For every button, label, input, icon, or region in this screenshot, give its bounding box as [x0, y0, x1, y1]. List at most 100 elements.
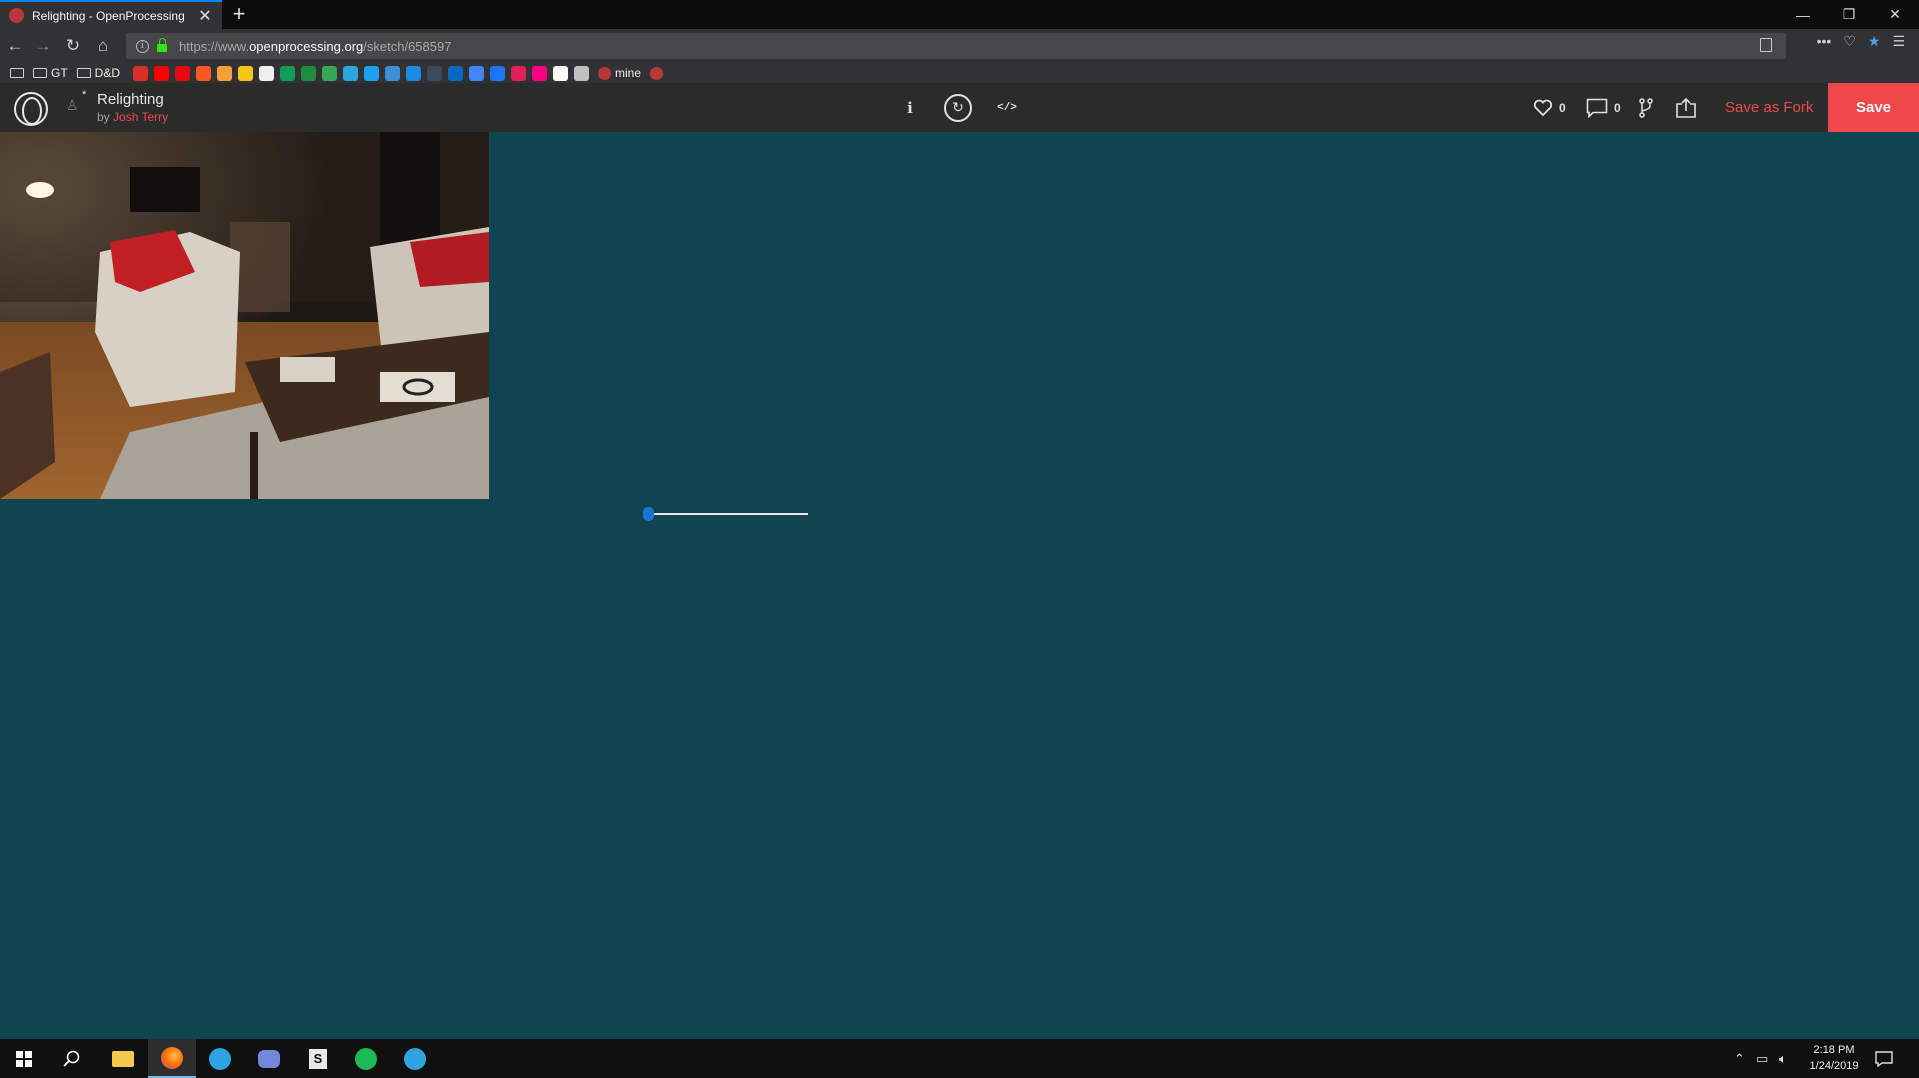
- openprocessing-bookmark-icon[interactable]: [650, 66, 664, 80]
- taskbar-discord[interactable]: [245, 1039, 293, 1078]
- bookmark-multicolor-icon[interactable]: [217, 65, 233, 81]
- box-icon[interactable]: [385, 65, 401, 81]
- heart-icon: [1533, 99, 1553, 116]
- sketch-title[interactable]: Relighting: [97, 91, 164, 108]
- page-actions-icon[interactable]: •••: [1817, 33, 1832, 50]
- search-icon: [63, 1050, 80, 1067]
- dark-app-icon[interactable]: [427, 65, 443, 81]
- sketch-header: ♙ * Relighting by Josh Terry i ↻ </> 0 0…: [0, 83, 1919, 132]
- code-icon[interactable]: </>: [996, 83, 1018, 132]
- bookmark-folder-icon[interactable]: [10, 68, 24, 78]
- telegram-icon[interactable]: [343, 65, 359, 81]
- volume-icon[interactable]: 🔈︎: [1779, 1039, 1787, 1078]
- spotify-icon: [355, 1047, 377, 1070]
- sketch-canvas[interactable]: [0, 132, 1919, 1039]
- bookmark-mine[interactable]: mine: [598, 66, 641, 80]
- share-icon: [1676, 97, 1696, 118]
- folder-icon: [76, 68, 91, 78]
- flickr-icon[interactable]: [532, 65, 548, 81]
- tray-overflow-icon[interactable]: ⌃: [1734, 1039, 1745, 1078]
- restart-icon: ↻: [944, 93, 972, 122]
- save-as-fork-button[interactable]: Save as Fork: [1725, 83, 1813, 132]
- sheets-icon[interactable]: [301, 65, 317, 81]
- search-button[interactable]: [48, 1039, 96, 1078]
- minimize-button[interactable]: —: [1780, 0, 1826, 29]
- forward-button[interactable]: →: [31, 34, 55, 58]
- site-info-icon[interactable]: i: [136, 39, 149, 53]
- taskbar-spotify[interactable]: [342, 1039, 390, 1078]
- sketch-author-link[interactable]: Josh Terry: [113, 110, 168, 124]
- hangouts-icon[interactable]: [280, 65, 296, 81]
- living-room-photo: [0, 132, 489, 499]
- slider-thumb[interactable]: [643, 507, 654, 521]
- like-button[interactable]: 0: [1533, 83, 1566, 132]
- taskbar-file-explorer[interactable]: [99, 1039, 147, 1078]
- save-button[interactable]: Save: [1828, 83, 1919, 132]
- info-icon[interactable]: i: [900, 83, 920, 132]
- green-leaf-icon[interactable]: [322, 65, 338, 81]
- sketch-byline: by Josh Terry: [97, 110, 169, 124]
- taskbar-clock[interactable]: 2:18 PM 1/24/2019: [1790, 1042, 1878, 1074]
- windows-logo-icon: [16, 1050, 32, 1067]
- clock-time: 2:18 PM: [1813, 1044, 1855, 1056]
- menu-icon[interactable]: ☰: [1892, 33, 1905, 50]
- chrome-yellow-icon[interactable]: [238, 65, 254, 81]
- user-icon[interactable]: ♙: [66, 97, 79, 114]
- bookmark-star-icon[interactable]: ★: [1868, 33, 1881, 50]
- taskbar-telegram-2[interactable]: [391, 1039, 439, 1078]
- reload-button[interactable]: ↻: [61, 34, 85, 58]
- url-text: https://www.openprocessing.org/sketch/65…: [179, 38, 452, 54]
- notifications-icon[interactable]: [1875, 1039, 1893, 1078]
- amazon-icon[interactable]: [259, 65, 275, 81]
- openprocessing-favicon-icon: [9, 8, 24, 23]
- fork-icon: [1639, 97, 1653, 118]
- blue-app-icon[interactable]: [406, 65, 422, 81]
- browser-nav-bar: ← → ↻ ⌂ i https://www.openprocessing.org…: [0, 29, 1919, 63]
- linkedin-icon[interactable]: [448, 65, 464, 81]
- facebook-icon[interactable]: [490, 65, 506, 81]
- back-button[interactable]: ←: [3, 34, 27, 58]
- file-explorer-icon: [112, 1050, 134, 1067]
- taskbar-telegram[interactable]: [196, 1039, 244, 1078]
- toolbar-right: ••• ♡ ★ ☰: [1817, 33, 1905, 50]
- bookmark-folder-dnd[interactable]: D&D: [76, 66, 120, 80]
- comments-button[interactable]: 0: [1586, 83, 1621, 132]
- twitter-icon[interactable]: [364, 65, 380, 81]
- relight-slider[interactable]: [643, 506, 808, 522]
- new-tab-button[interactable]: +: [228, 1, 250, 27]
- google-icon[interactable]: [553, 65, 569, 81]
- fork-button[interactable]: [1638, 83, 1654, 132]
- tab-close-icon[interactable]: ✕: [194, 6, 216, 26]
- calendar-icon[interactable]: [469, 65, 485, 81]
- globe-icon[interactable]: [574, 65, 590, 81]
- netflix-icon[interactable]: [175, 65, 191, 81]
- discord-icon: [258, 1049, 280, 1068]
- gmail-icon[interactable]: [133, 65, 149, 81]
- bookmark-orange-icon[interactable]: [196, 65, 212, 81]
- lock-icon: [157, 38, 167, 52]
- browser-tab[interactable]: Relighting - OpenProcessing ✕: [0, 0, 222, 29]
- youtube-icon[interactable]: [154, 65, 170, 81]
- restore-button[interactable]: ❐: [1826, 0, 1872, 29]
- share-button[interactable]: [1675, 83, 1697, 132]
- windows-taskbar: S ⌃ ▭ 🔈︎ 2:18 PM 1/24/2019: [0, 1039, 1919, 1078]
- clock-date: 1/24/2019: [1809, 1060, 1859, 1072]
- bookmarks-bar: GT D&D mine: [0, 63, 1919, 83]
- slack-icon[interactable]: [511, 65, 527, 81]
- firefox-icon: [161, 1046, 183, 1069]
- home-button[interactable]: ⌂: [91, 34, 115, 58]
- telegram-icon: [209, 1047, 231, 1070]
- taskbar-firefox[interactable]: [148, 1039, 196, 1078]
- bookmark-folder-gt[interactable]: GT: [33, 66, 68, 80]
- restart-button[interactable]: ↻: [942, 83, 974, 132]
- url-bar[interactable]: i https://www.openprocessing.org/sketch/…: [126, 33, 1786, 59]
- pocket-icon[interactable]: ♡: [1843, 33, 1856, 50]
- taskbar-s-app[interactable]: S: [294, 1039, 342, 1078]
- slider-track[interactable]: [647, 513, 808, 515]
- openprocessing-logo-icon[interactable]: [14, 92, 48, 126]
- reader-view-icon[interactable]: [1760, 38, 1772, 52]
- close-window-button[interactable]: ✕: [1872, 0, 1918, 29]
- network-icon[interactable]: ▭: [1756, 1039, 1768, 1078]
- folder-icon: [33, 68, 47, 78]
- start-button[interactable]: [0, 1039, 48, 1078]
